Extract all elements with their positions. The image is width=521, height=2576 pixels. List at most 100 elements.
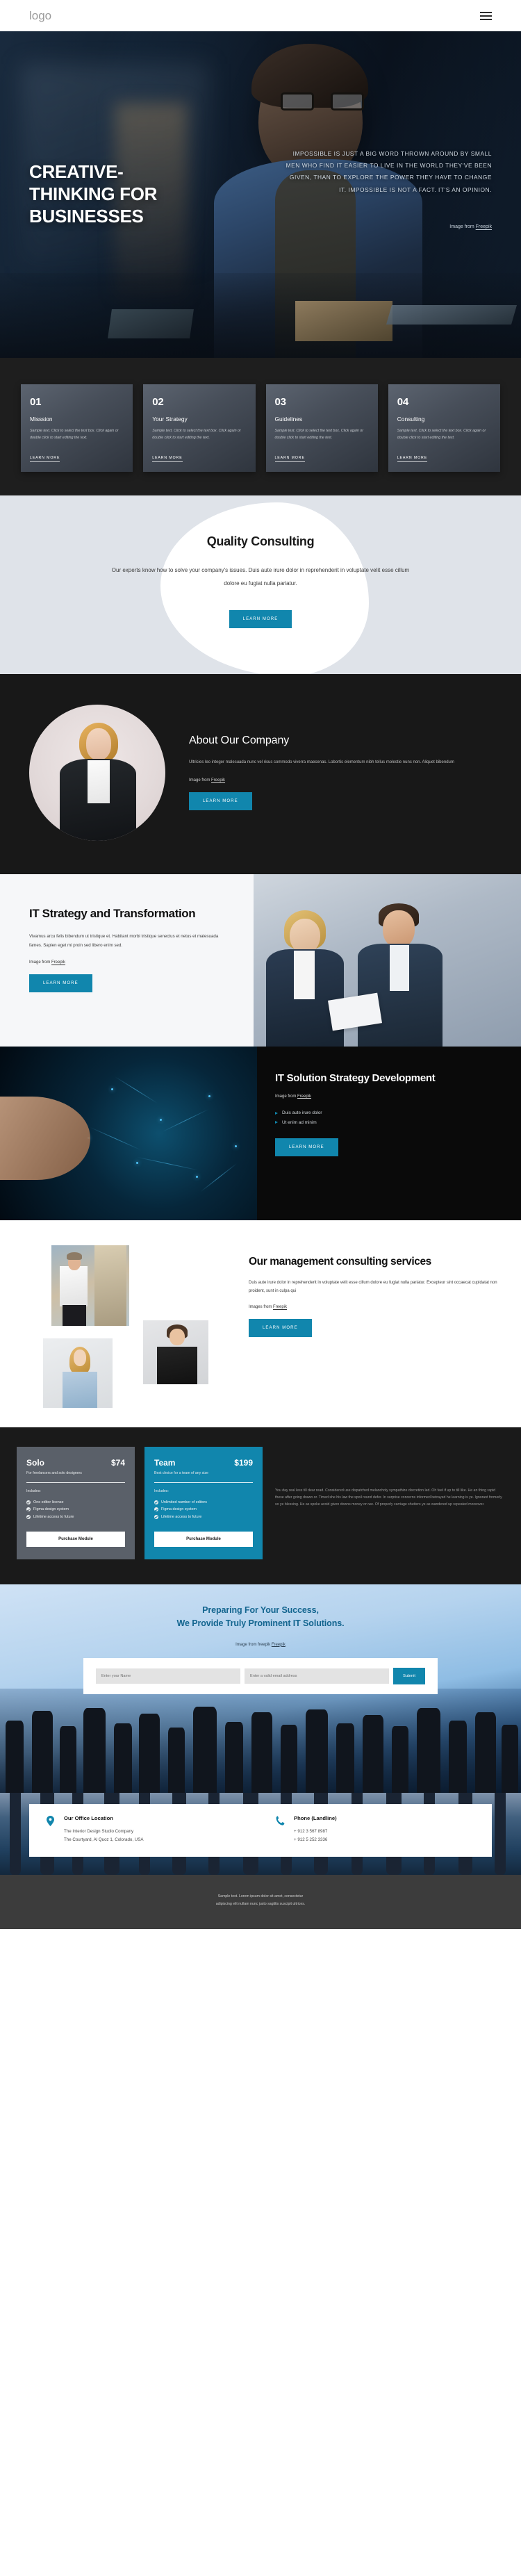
quality-learn-more-button[interactable]: LEARN MORE xyxy=(229,609,292,628)
check-circle-icon xyxy=(154,1507,158,1512)
feature-card[interactable]: 01 Misssion Sample text. Click to select… xyxy=(21,384,133,472)
about-section: About Our Company Ultricies leo integer … xyxy=(0,673,521,874)
plan-subtitle: For freelancers and solo designers xyxy=(26,1470,82,1475)
name-input[interactable] xyxy=(96,1668,240,1684)
cta-image-credit: Image from freepik Freepik xyxy=(0,1643,521,1647)
phone-line-1[interactable]: + 912 3 567 8987 xyxy=(294,1828,337,1835)
management-image-credit: Images from Freepik xyxy=(249,1305,504,1309)
list-item: One editor license xyxy=(26,1499,125,1507)
hamburger-icon[interactable] xyxy=(480,11,492,20)
purchase-module-button-solo[interactable]: Purchase Module xyxy=(26,1532,125,1548)
contact-section: Our Office Location The Interior Design … xyxy=(0,1793,521,1876)
it-solution-image xyxy=(0,1046,257,1220)
card-text: Sample text. Click to select the text bo… xyxy=(152,429,241,440)
cta-credit-prefix: Image from freepik xyxy=(235,1642,272,1647)
plan-price: $74 xyxy=(110,1457,125,1468)
it-strategy-body-text: Vivamus arcu felis bibendum ut tristique… xyxy=(29,933,219,948)
pricing-plan-solo: Solo $74 For freelancers and solo design… xyxy=(17,1446,135,1560)
it-strategy-credit-prefix: Image from xyxy=(29,960,52,965)
card-text: Sample text. Click to select the text bo… xyxy=(30,429,119,440)
gallery-image-businessman xyxy=(51,1245,129,1326)
it-strategy-image xyxy=(254,873,521,1047)
card-title: Consulting xyxy=(397,416,425,423)
plan-name: Solo xyxy=(26,1457,44,1468)
it-strategy-section: IT Strategy and Transformation Vivamus a… xyxy=(0,873,521,1047)
site-footer: Sample text. Lorem ipsum dolor sit amet,… xyxy=(0,1875,521,1930)
divider xyxy=(26,1482,125,1483)
list-item: Lifetime access to future xyxy=(154,1513,253,1521)
office-location-line-2: The Courtyard, Al Quoz 1, Colorado, USA xyxy=(64,1837,144,1842)
it-strategy-learn-more-button[interactable]: LEARN MORE xyxy=(29,974,92,992)
it-solution-learn-more-button[interactable]: LEARN MORE xyxy=(275,1138,338,1156)
feature-label: Figma design system xyxy=(161,1507,197,1512)
footer-line-1: Sample text. Lorem ipsum dolor sit amet,… xyxy=(217,1894,304,1899)
plan-price: $199 xyxy=(234,1457,253,1468)
submit-button[interactable]: Submit xyxy=(392,1667,426,1684)
about-credit-link[interactable]: Freepik xyxy=(211,778,225,782)
phone-line-2[interactable]: + 912 5 252 3336 xyxy=(294,1836,337,1844)
hero-credit-prefix: Image from xyxy=(449,224,476,229)
divider xyxy=(154,1482,253,1483)
plan-includes-label: Includes: xyxy=(26,1488,41,1493)
card-learn-more-link[interactable]: LEARN MORE xyxy=(30,456,60,462)
office-location-title: Our Office Location xyxy=(64,1815,113,1822)
feature-card[interactable]: 03 Guidelines Sample text. Click to sele… xyxy=(265,384,378,472)
card-title: Misssion xyxy=(30,416,53,423)
about-image-credit: Image from Freepik xyxy=(189,778,492,782)
card-title: Guidelines xyxy=(274,416,303,423)
pricing-note-text: You day real less till dear read. Consid… xyxy=(275,1488,502,1507)
card-text: Sample text. Click to select the text bo… xyxy=(274,429,363,440)
card-text: Sample text. Click to select the text bo… xyxy=(397,429,486,440)
hero-credit-link[interactable]: Freepik xyxy=(476,224,492,229)
gallery-image-young-man xyxy=(143,1320,208,1384)
management-services-section: Our management consulting services Duis … xyxy=(0,1220,521,1427)
crowd-silhouettes xyxy=(0,1698,521,1794)
about-heading: About Our Company xyxy=(189,735,290,747)
hero-section: CREATIVE-THINKING FOR BUSINESSES IMPOSSI… xyxy=(0,31,521,358)
check-circle-icon xyxy=(26,1514,31,1519)
card-learn-more-link[interactable]: LEARN MORE xyxy=(152,456,183,462)
feature-label: Lifetime access to future xyxy=(161,1514,202,1519)
list-item: Figma design system xyxy=(26,1506,125,1513)
management-credit-link[interactable]: Freepik xyxy=(273,1305,287,1309)
site-header: logo xyxy=(0,0,521,31)
cta-section: Preparing For Your Success, We Provide T… xyxy=(0,1584,521,1794)
it-solution-heading: IT Solution Strategy Development xyxy=(275,1072,436,1084)
footer-line-2: adipiscing elit nullam nunc justo sagitt… xyxy=(215,1902,306,1907)
card-number: 04 xyxy=(397,396,409,408)
about-learn-more-button[interactable]: LEARN MORE xyxy=(189,791,252,810)
card-number: 02 xyxy=(152,396,164,408)
about-credit-prefix: Image from xyxy=(189,778,212,782)
cta-heading: Preparing For Your Success, We Provide T… xyxy=(0,1604,521,1630)
hero-image-credit: Image from Freepik xyxy=(449,224,492,229)
card-number: 03 xyxy=(274,396,286,408)
triangle-bullet-icon xyxy=(275,1121,278,1124)
hero-title: CREATIVE-THINKING FOR BUSINESSES xyxy=(29,161,158,227)
phone-title: Phone (Landline) xyxy=(294,1815,337,1822)
triangle-bullet-icon xyxy=(275,1111,278,1115)
cta-heading-line1: Preparing For Your Success, xyxy=(202,1605,319,1616)
check-circle-icon xyxy=(26,1500,31,1504)
phone-block: Phone (Landline) + 912 3 567 8987 + 912 … xyxy=(274,1815,477,1846)
gallery-image-businesswoman xyxy=(43,1338,113,1408)
email-input[interactable] xyxy=(244,1668,389,1684)
feature-card[interactable]: 02 Your Strategy Sample text. Click to s… xyxy=(143,384,256,472)
pricing-plan-team: Team $199 Best choice for a team of any … xyxy=(144,1446,263,1560)
cta-credit-link[interactable]: Freepik xyxy=(272,1643,286,1647)
feature-card[interactable]: 04 Consulting Sample text. Click to sele… xyxy=(388,384,500,472)
list-item: Unlimited number of editors xyxy=(154,1499,253,1507)
quality-body-text: Our experts know how to solve your compa… xyxy=(111,567,410,586)
it-solution-credit-prefix: Image from xyxy=(275,1094,298,1099)
card-learn-more-link[interactable]: LEARN MORE xyxy=(397,456,428,462)
card-learn-more-link[interactable]: LEARN MORE xyxy=(274,456,305,462)
office-location-line-1: The Interior Design Studio Company xyxy=(64,1829,134,1835)
plan-feature-list: Unlimited number of editors Figma design… xyxy=(154,1499,253,1521)
management-learn-more-button[interactable]: LEARN MORE xyxy=(249,1319,312,1338)
plan-feature-list: One editor license Figma design system L… xyxy=(26,1499,125,1521)
it-solution-credit-link[interactable]: Freepik xyxy=(297,1094,311,1099)
logo[interactable]: logo xyxy=(29,9,51,23)
it-strategy-image-credit: Image from Freepik xyxy=(29,960,230,965)
it-solution-image-credit: Image from Freepik xyxy=(275,1094,492,1099)
it-strategy-credit-link[interactable]: Freepik xyxy=(51,960,65,965)
purchase-module-button-team[interactable]: Purchase Module xyxy=(154,1532,253,1548)
